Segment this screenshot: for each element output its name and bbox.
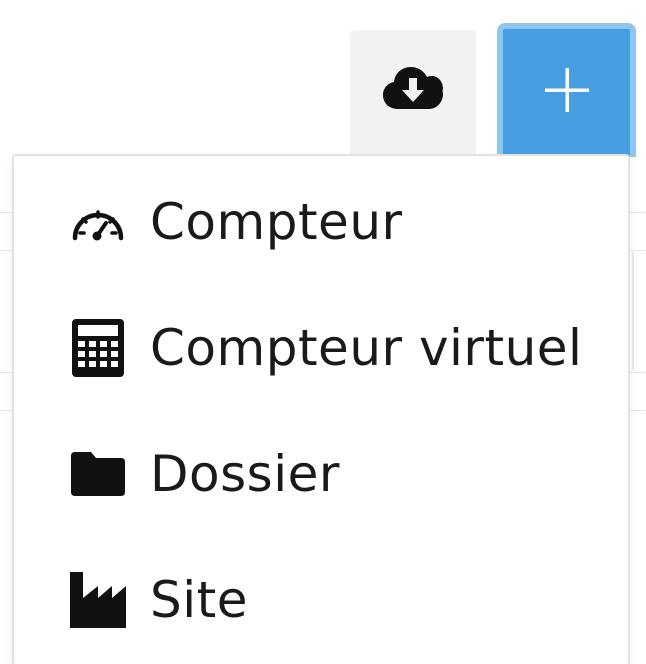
folder-icon <box>70 446 126 502</box>
cloud-download-icon <box>382 63 444 116</box>
menu-item-site[interactable]: Site <box>14 537 628 663</box>
gauge-icon <box>70 194 126 250</box>
menu-item-label: Compteur <box>150 193 403 251</box>
page: Compteur Compteur virtuel Dossier Site <box>0 0 646 664</box>
menu-item-compteur[interactable]: Compteur <box>14 159 628 285</box>
menu-item-label: Dossier <box>150 445 340 503</box>
add-button[interactable] <box>497 23 636 157</box>
download-button[interactable] <box>350 30 476 156</box>
menu-item-label: Site <box>150 571 248 629</box>
background-scrollbar <box>632 252 634 370</box>
add-dropdown-menu: Compteur Compteur virtuel Dossier Site <box>12 154 630 664</box>
menu-item-dossier[interactable]: Dossier <box>14 411 628 537</box>
menu-item-label: Compteur virtuel <box>150 319 583 377</box>
plus-icon <box>543 66 591 117</box>
menu-item-compteur-virtuel[interactable]: Compteur virtuel <box>14 285 628 411</box>
factory-icon <box>70 572 126 628</box>
calculator-icon <box>70 319 126 377</box>
